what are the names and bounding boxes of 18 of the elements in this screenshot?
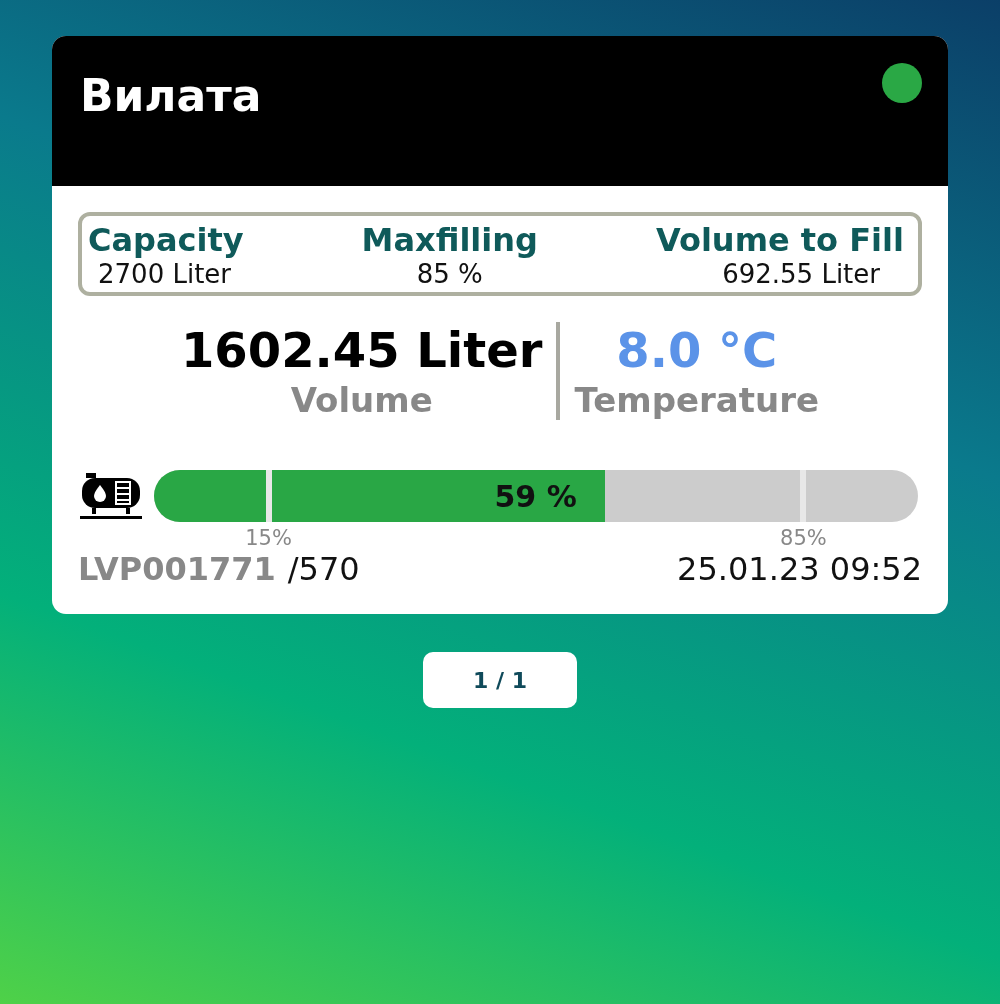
tank-title: Вилата: [80, 72, 262, 121]
stat-label: Volume to Fill: [655, 222, 904, 259]
page-indicator: 1 / 1: [423, 652, 577, 709]
stat-label: Maxfilling: [361, 222, 538, 259]
reading-value: 8.0 °C: [616, 322, 778, 380]
device-suffix: /570: [287, 550, 360, 589]
device-id: LVP001771: [78, 550, 276, 589]
reading-label: Temperature: [574, 379, 820, 421]
stat-value: 2700 Liter: [97, 258, 232, 290]
reading-label: Volume: [290, 379, 433, 421]
stat-value: 85 %: [416, 258, 483, 290]
threshold-label: 15%: [245, 526, 292, 551]
threshold-label: 85%: [780, 526, 827, 551]
reading-value: 1602.45 Liter: [180, 322, 543, 380]
stat-label: Capacity: [88, 222, 244, 259]
stat-value: 692.55 Liter: [722, 258, 881, 290]
timestamp: 25.01.23 09:52: [677, 550, 922, 589]
gauge-reading: 59 %: [494, 478, 578, 514]
